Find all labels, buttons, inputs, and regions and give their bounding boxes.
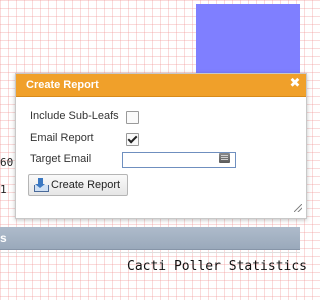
- dialog-title: Create Report: [26, 79, 99, 91]
- dialog-titlebar[interactable]: Create Report: [16, 74, 306, 97]
- target-email-row: Target Email: [30, 153, 91, 165]
- divider: [0, 252, 300, 253]
- include-sub-leafs-row: Include Sub-Leafs: [30, 110, 119, 122]
- email-report-checkbox[interactable]: [126, 133, 139, 146]
- graph-bar: [196, 4, 300, 74]
- create-report-button-label: Create Report: [51, 179, 121, 191]
- close-icon[interactable]: ✖: [288, 77, 302, 91]
- target-email-label: Target Email: [30, 153, 92, 165]
- email-report-label: Email Report: [30, 132, 94, 144]
- contact-list-icon[interactable]: [219, 153, 230, 163]
- create-report-dialog: Create Report ✖ Include Sub-Leafs Email …: [15, 73, 307, 219]
- section-header-bar: s: [0, 227, 300, 250]
- resize-handle[interactable]: [294, 204, 302, 212]
- background-text-fragment: 1: [0, 183, 7, 196]
- section-header-text: s: [0, 231, 7, 245]
- graph-title: Cacti Poller Statistics: [127, 259, 308, 274]
- download-icon: [34, 178, 49, 192]
- include-sub-leafs-checkbox[interactable]: [126, 111, 139, 124]
- background-text-fragment: 60: [0, 156, 14, 169]
- create-report-button[interactable]: Create Report: [28, 174, 128, 196]
- email-report-row: Email Report: [30, 132, 94, 144]
- include-sub-leafs-label: Include Sub-Leafs: [30, 110, 119, 122]
